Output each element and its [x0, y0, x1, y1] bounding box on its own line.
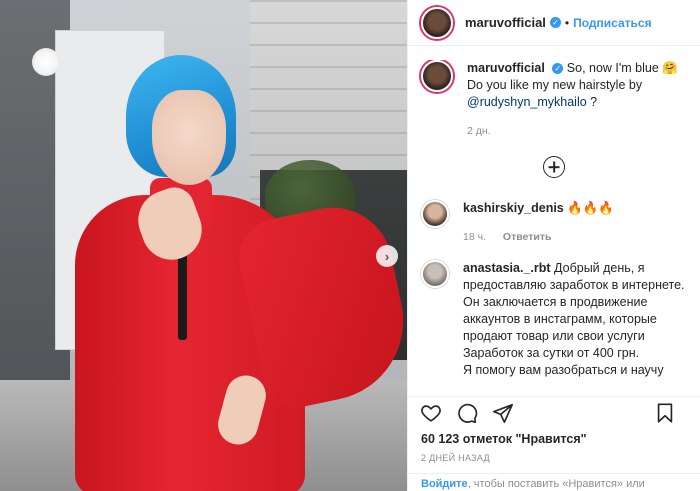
comment-text-line3: Я помогу вам разобраться и научу: [463, 363, 664, 377]
post-photo[interactable]: ›: [0, 0, 407, 491]
comment-text: 🔥🔥🔥: [567, 201, 614, 215]
caption-text: So, now I'm blue 🤗: [566, 61, 678, 75]
comment-text-line2: Заработок за сутки от 400 грн.: [463, 346, 640, 360]
caption-text-tail: ?: [586, 95, 598, 109]
login-prompt-text: , чтобы поставить «Нравится» или: [467, 478, 645, 490]
share-icon[interactable]: [492, 402, 514, 424]
caption-mention-link[interactable]: @rudyshyn_mykhailo: [467, 95, 587, 109]
comment-avatar[interactable]: [421, 200, 449, 228]
likes-count[interactable]: 60 123 отметок "Нравится": [421, 432, 587, 446]
avatar[interactable]: [421, 6, 453, 39]
bookmark-icon[interactable]: [654, 402, 676, 424]
caption-text-line2: Do you like my new hairstyle by: [467, 78, 643, 92]
carousel-next-button[interactable]: ›: [376, 245, 398, 267]
comment-avatar[interactable]: [421, 260, 449, 288]
caption-username[interactable]: maruvofficial: [467, 61, 545, 75]
comment-time[interactable]: 18 ч.: [463, 231, 486, 243]
caption: maruvofficial ✓ So, now I'm blue 🤗 Do yo…: [408, 60, 700, 140]
list-item: anastasia._.rbt Добрый день, я предостав…: [408, 260, 700, 379]
background-lamp: [32, 48, 60, 76]
caption-avatar[interactable]: [421, 60, 453, 92]
person-face: [152, 90, 226, 185]
heart-icon[interactable]: [420, 402, 442, 424]
reply-button[interactable]: Ответить: [503, 231, 552, 243]
comment-icon[interactable]: [456, 402, 478, 424]
post-side-panel: maruvofficial ✓ • Подписаться maruvoffic…: [407, 0, 700, 491]
verified-icon: ✓: [549, 17, 561, 28]
comment-username[interactable]: kashirskiy_denis: [463, 201, 564, 215]
header-username[interactable]: maruvofficial: [465, 15, 546, 30]
comment-username[interactable]: anastasia._.rbt: [463, 261, 551, 275]
post-actions: [408, 396, 700, 428]
caption-time[interactable]: 2 дн.: [467, 125, 491, 137]
comments-list[interactable]: maruvofficial ✓ So, now I'm blue 🤗 Do yo…: [408, 60, 700, 390]
list-item: kashirskiy_denis 🔥🔥🔥 18 ч. Ответить: [408, 200, 700, 246]
follow-button[interactable]: Подписаться: [573, 16, 651, 30]
plus-circle-icon[interactable]: [543, 156, 565, 178]
post-date[interactable]: 2 дней назад: [421, 453, 490, 463]
header-separator: •: [564, 15, 570, 30]
login-prompt: Войдите, чтобы поставить «Нравится» или: [408, 473, 700, 491]
post-header: maruvofficial ✓ • Подписаться: [408, 0, 700, 46]
login-link[interactable]: Войдите: [421, 478, 468, 490]
verified-icon: ✓: [552, 63, 564, 75]
